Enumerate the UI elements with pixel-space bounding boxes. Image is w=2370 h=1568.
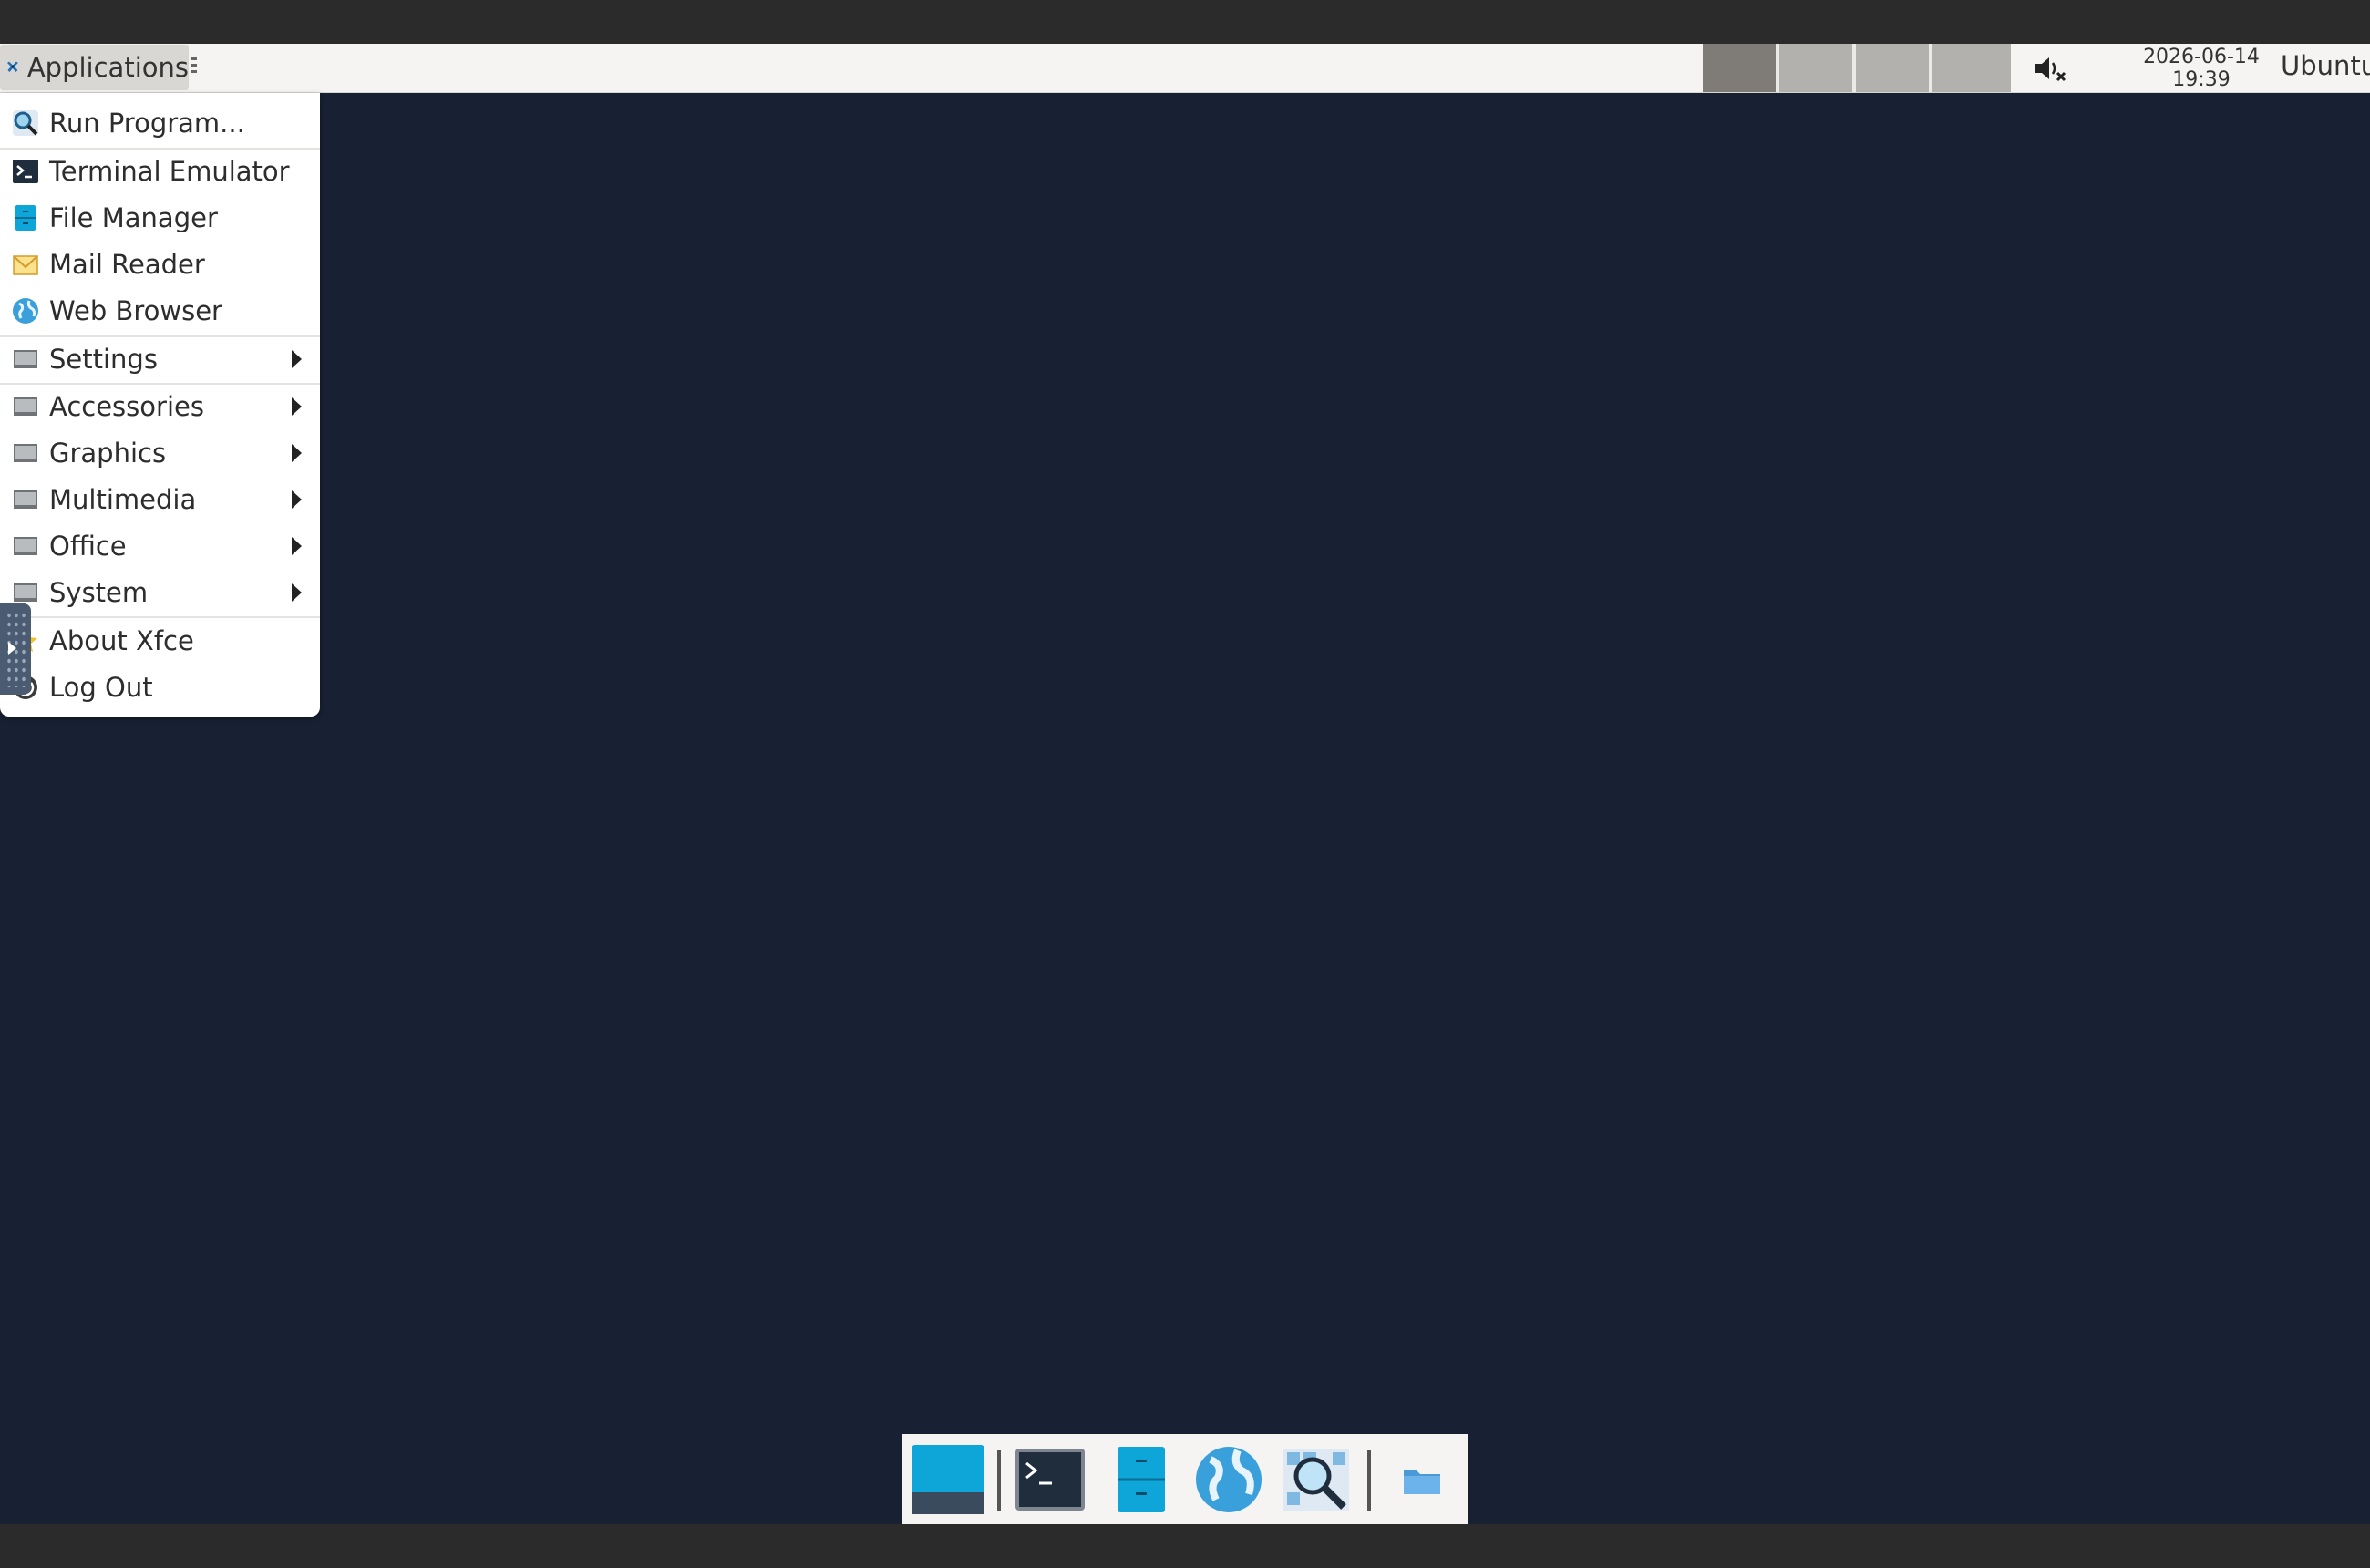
submenu-arrow-icon [292,537,302,555]
menu-item-label: Run Program... [49,108,245,139]
globe-icon [13,298,38,324]
show-desktop-icon[interactable] [908,1441,988,1518]
menu-item-web-browser[interactable]: Web Browser [0,289,320,333]
workspace-1-button[interactable] [1703,44,1776,92]
terminal-icon[interactable] [1012,1441,1088,1518]
menu-item-label: Accessories [49,391,204,422]
menu-item-label: Log Out [49,672,153,703]
menu-item-file-manager[interactable]: File Manager [0,196,320,240]
menu-item-office[interactable]: Office [0,524,320,568]
applications-menu: Run Program... Terminal Emulator File Ma… [0,93,320,717]
menu-item-mail-reader[interactable]: Mail Reader [0,242,320,286]
workspace-3-button[interactable] [1856,44,1929,92]
accessories-folder-icon [14,397,37,416]
menu-item-label: Multimedia [49,484,197,515]
top-panel: Applications [0,44,2370,93]
web-browser-icon[interactable] [1190,1441,1267,1518]
menu-item-label: Settings [49,344,158,375]
expand-arrow-icon [8,642,16,655]
menu-item-terminal-emulator[interactable]: Terminal Emulator [0,150,320,193]
clock-time: 19:39 [2172,68,2231,91]
menu-item-label: Graphics [49,438,167,469]
menu-item-graphics[interactable]: Graphics [0,431,320,475]
user-menu-label[interactable]: Ubuntu [2281,50,2370,81]
menu-item-accessories[interactable]: Accessories [0,385,320,428]
menu-item-label: Terminal Emulator [49,156,290,187]
app-finder-icon[interactable] [1278,1441,1355,1518]
file-manager-icon[interactable] [1103,1441,1180,1518]
submenu-arrow-icon [292,350,302,368]
bottom-dock [902,1434,1468,1524]
clock[interactable]: 2026-06-14 19:39 [2133,46,2270,91]
multimedia-folder-icon [14,490,37,509]
desktop-background[interactable] [0,44,2370,1524]
menu-item-label: Office [49,531,127,562]
office-folder-icon [14,537,37,555]
menu-item-label: System [49,577,149,608]
xfce-logo-icon [6,61,18,72]
graphics-folder-icon [14,444,37,462]
submenu-arrow-icon [292,490,302,509]
submenu-arrow-icon [292,397,302,416]
applications-label: Applications [26,52,189,83]
menu-item-log-out[interactable]: Log Out [0,665,320,709]
menu-item-run-program[interactable]: Run Program... [0,101,320,145]
workspace-2-button[interactable] [1779,44,1852,92]
clock-date: 2026-06-14 [2143,46,2260,68]
submenu-arrow-icon [292,444,302,462]
menu-item-settings[interactable]: Settings [0,337,320,381]
menu-item-system[interactable]: System [0,571,320,614]
search-icon [13,110,38,136]
panel-handle[interactable] [191,57,197,77]
mail-icon [13,255,38,275]
file-manager-icon [15,205,36,231]
workspace-4-button[interactable] [1932,44,2011,92]
menu-separator [0,616,320,618]
menu-item-label: Mail Reader [49,249,205,280]
menu-item-label: Web Browser [49,295,222,326]
home-folder-icon[interactable] [1386,1441,1458,1518]
menu-item-multimedia[interactable]: Multimedia [0,478,320,521]
menu-item-label: About Xfce [49,625,194,656]
menu-item-about-xfce[interactable]: About Xfce [0,619,320,663]
volume-muted-icon[interactable] [2033,55,2069,82]
terminal-icon [13,160,38,183]
menu-item-label: File Manager [49,202,218,233]
settings-folder-icon [14,350,37,368]
applications-menu-button[interactable]: Applications [0,45,189,90]
dock-separator [1367,1450,1371,1511]
side-panel-handle[interactable] [0,603,31,695]
dock-separator [997,1450,1001,1511]
submenu-arrow-icon [292,583,302,602]
